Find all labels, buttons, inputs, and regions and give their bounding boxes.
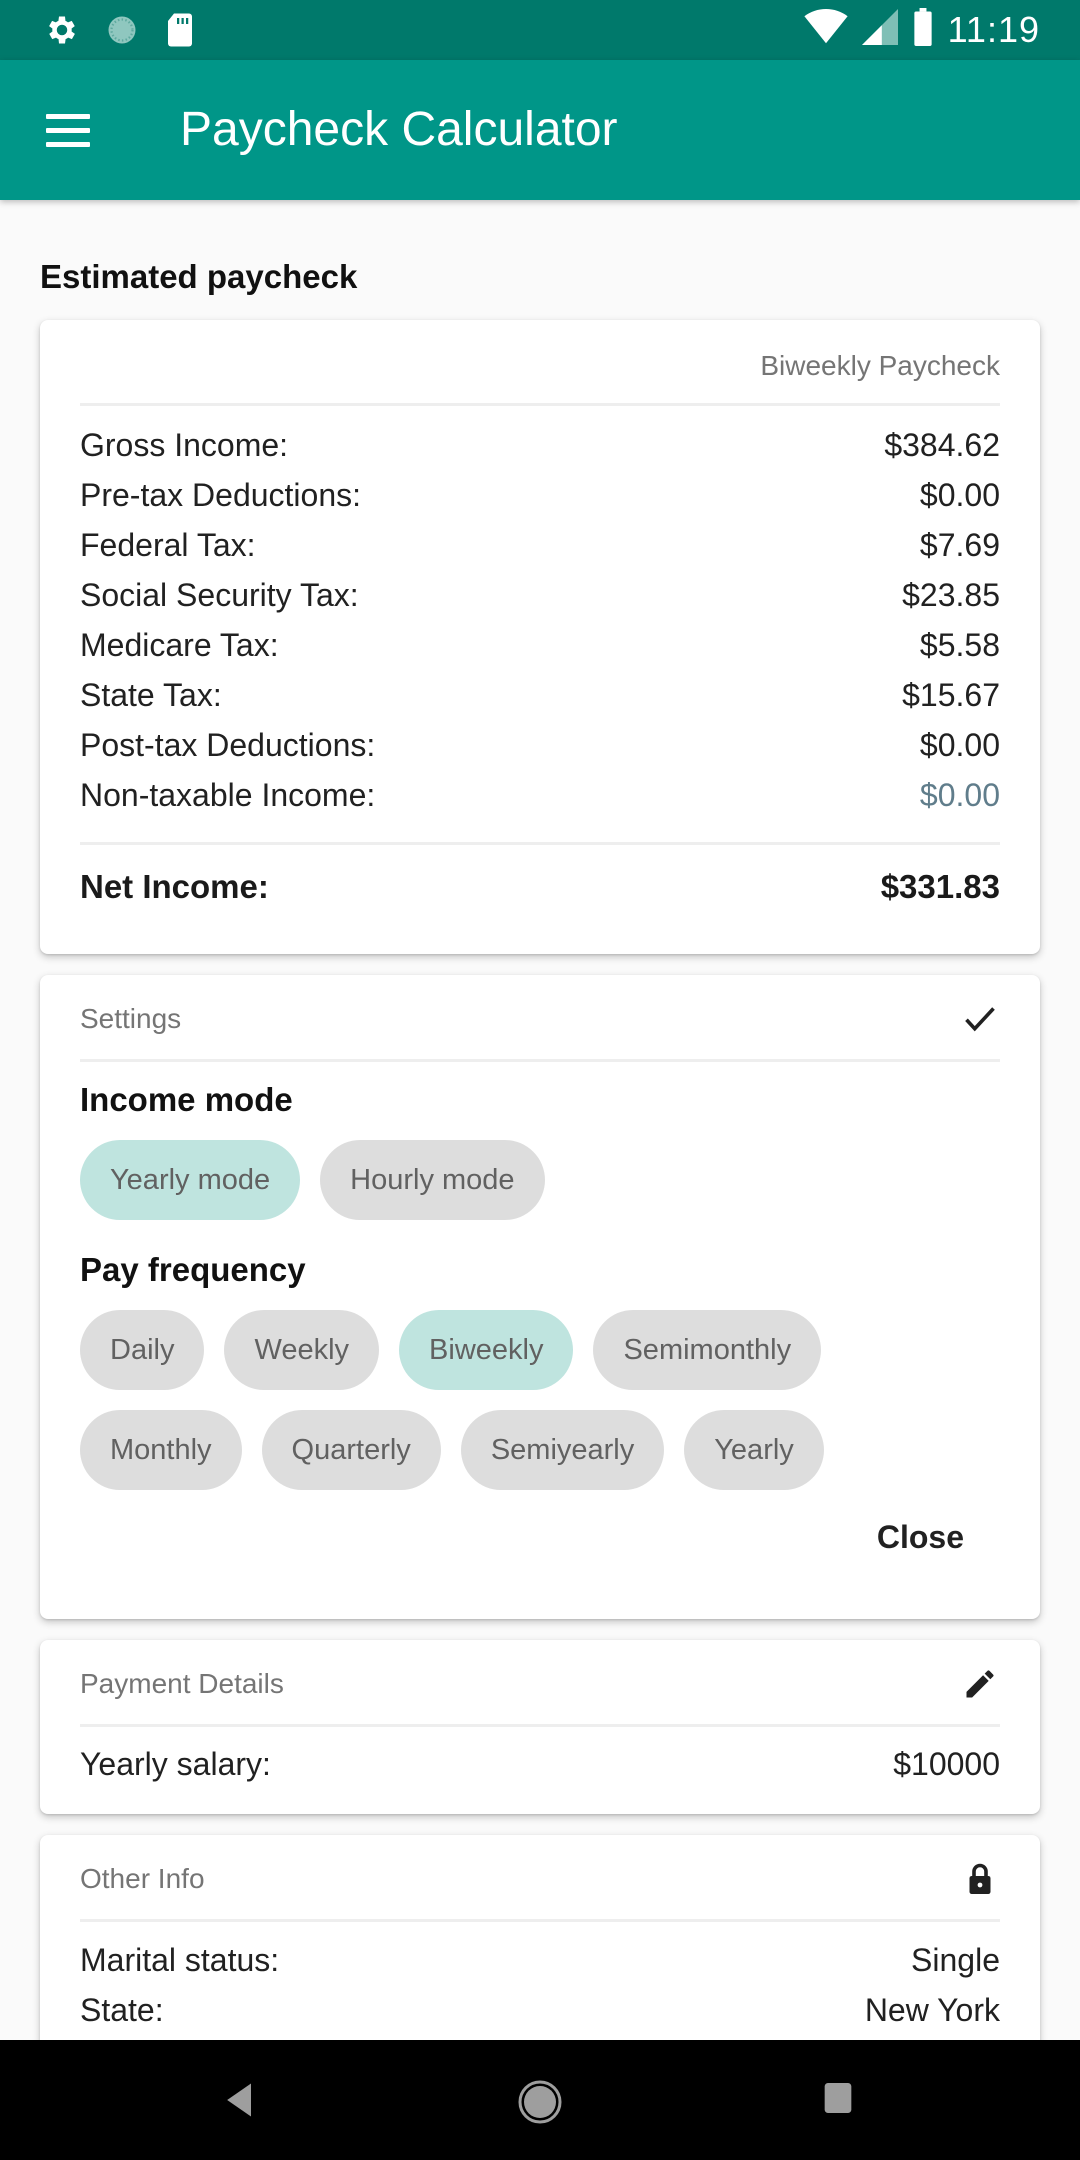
payment-details-header-label: Payment Details <box>80 1668 284 1699</box>
settings-card: Settings Income mode Yearly mode Hourly … <box>40 975 1040 1619</box>
chip-semimonthly[interactable]: Semimonthly <box>593 1310 822 1390</box>
row-label: Post-tax Deductions: <box>80 726 376 763</box>
status-bar: 11:19 <box>0 0 1080 60</box>
system-nav-bar <box>0 2040 1080 2160</box>
settings-header-label: Settings <box>80 1003 182 1034</box>
income-mode-chips: Yearly mode Hourly mode <box>80 1140 545 1240</box>
chip-monthly[interactable]: Monthly <box>80 1410 242 1490</box>
close-button[interactable]: Close <box>877 1519 964 1556</box>
yearly-salary-row[interactable]: Yearly salary: $10000 <box>80 1746 1000 1783</box>
chip-yearly[interactable]: Yearly <box>684 1410 824 1490</box>
chip-quarterly[interactable]: Quarterly <box>261 1410 441 1490</box>
cell-signal-icon <box>861 9 898 50</box>
section-title-estimated-paycheck: Estimated paycheck <box>40 258 358 295</box>
row-label: Gross Income: <box>80 426 289 463</box>
pay-frequency-chips: Daily Weekly Biweekly Semimonthly Monthl… <box>80 1310 860 1510</box>
paycheck-row-posttax-deductions: Post-tax Deductions: $0.00 <box>80 720 1000 770</box>
payment-details-header: Payment Details <box>80 1640 1000 1728</box>
other-info-header-label: Other Info <box>80 1863 205 1894</box>
net-income-label: Net Income: <box>80 868 269 905</box>
wifi-icon <box>803 9 848 50</box>
row-value: $0.00 <box>919 726 1000 763</box>
pay-frequency-heading: Pay frequency <box>80 1251 306 1288</box>
chip-hourly-mode[interactable]: Hourly mode <box>320 1140 545 1220</box>
battery-icon <box>912 8 934 51</box>
paycheck-row-pretax-deductions: Pre-tax Deductions: $0.00 <box>80 470 1000 520</box>
paycheck-row-federal-tax: Federal Tax: $7.69 <box>80 520 1000 570</box>
clock: 11:19 <box>947 8 1040 50</box>
chip-yearly-mode[interactable]: Yearly mode <box>80 1140 301 1220</box>
row-value: $5.58 <box>919 626 1000 663</box>
home-icon[interactable] <box>516 2078 562 2124</box>
row-label: Marital status: <box>80 1941 280 1978</box>
paycheck-period-caption: Biweekly Paycheck <box>760 350 1000 381</box>
row-label: Medicare Tax: <box>80 626 279 663</box>
chip-biweekly[interactable]: Biweekly <box>399 1310 574 1390</box>
row-label: Federal Tax: <box>80 526 256 563</box>
row-value: $0.00 <box>919 776 1000 813</box>
divider <box>80 1724 1000 1727</box>
row-label: Social Security Tax: <box>80 576 359 613</box>
paycheck-row-gross-income: Gross Income: $384.62 <box>80 420 1000 470</box>
paycheck-row-medicare-tax: Medicare Tax: $5.58 <box>80 620 1000 670</box>
net-income-row: Net Income: $331.83 <box>80 868 1000 906</box>
row-label: Non-taxable Income: <box>80 776 376 813</box>
row-value: New York <box>864 1991 1000 2028</box>
divider <box>80 842 1000 845</box>
state-row: State: New York <box>80 1985 1000 2035</box>
row-label: Yearly salary: <box>80 1746 271 1782</box>
paycheck-row-social-security-tax: Social Security Tax: $23.85 <box>80 570 1000 620</box>
settings-icon <box>44 12 80 53</box>
paycheck-row-state-tax: State Tax: $15.67 <box>80 670 1000 720</box>
paycheck-row-nontaxable-income: Non-taxable Income: $0.00 <box>80 770 1000 820</box>
other-info-header: Other Info <box>80 1835 1000 1923</box>
divider <box>80 1059 1000 1062</box>
divider <box>80 403 1000 406</box>
row-value: $15.67 <box>902 676 1000 713</box>
hamburger-menu-icon[interactable] <box>40 106 100 156</box>
row-label: State Tax: <box>80 676 222 713</box>
marital-status-row: Marital status: Single <box>80 1935 1000 1985</box>
chip-weekly[interactable]: Weekly <box>224 1310 380 1390</box>
row-value: $384.62 <box>884 426 1000 463</box>
app-bar: Paycheck Calculator <box>0 60 1080 200</box>
check-icon[interactable] <box>960 999 1000 1039</box>
other-info-rows: Marital status: Single State: New York <box>80 1935 1000 2035</box>
payment-details-card: Payment Details Yearly salary: $10000 <box>40 1640 1040 1814</box>
edit-pencil-icon[interactable] <box>960 1664 1000 1704</box>
net-income-value: $331.83 <box>880 868 1000 905</box>
row-label: State: <box>80 1991 164 2028</box>
chip-daily[interactable]: Daily <box>80 1310 205 1390</box>
paycheck-rows: Gross Income: $384.62 Pre-tax Deductions:… <box>80 420 1000 820</box>
row-value: $10000 <box>893 1746 1000 1782</box>
settings-header: Settings <box>80 975 1000 1063</box>
recents-icon[interactable] <box>818 2078 862 2122</box>
sync-icon <box>104 12 140 53</box>
divider <box>80 1919 1000 1922</box>
row-value: $0.00 <box>919 476 1000 513</box>
sd-card-icon <box>164 12 196 53</box>
row-value: Single <box>911 1941 1000 1978</box>
lock-icon[interactable] <box>960 1859 1000 1899</box>
back-icon[interactable] <box>218 2078 262 2122</box>
row-label: Pre-tax Deductions: <box>80 476 362 513</box>
income-mode-heading: Income mode <box>80 1081 293 1118</box>
chip-semiyearly[interactable]: Semiyearly <box>460 1410 665 1490</box>
row-value: $7.69 <box>919 526 1000 563</box>
row-value: $23.85 <box>902 576 1000 613</box>
paycheck-card: Biweekly Paycheck Gross Income: $384.62 P… <box>40 320 1040 954</box>
app-title: Paycheck Calculator <box>180 103 618 156</box>
